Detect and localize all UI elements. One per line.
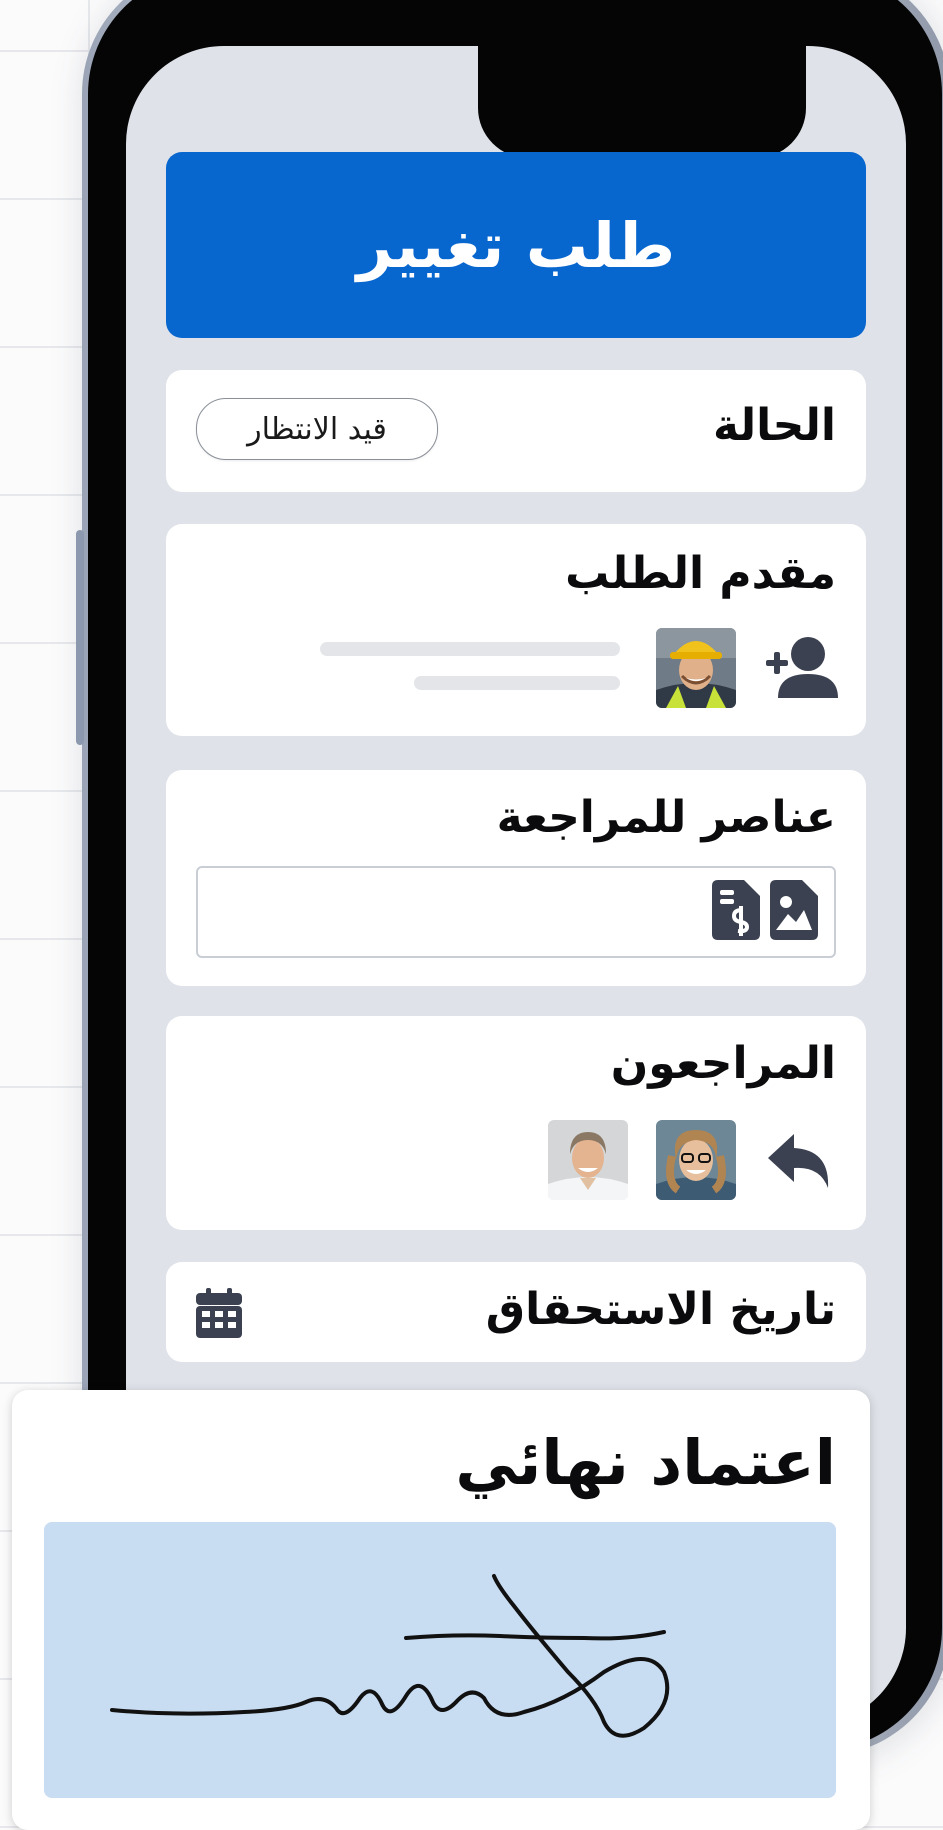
requester-avatar: [656, 628, 736, 708]
reply-icon[interactable]: [768, 1134, 832, 1188]
reviewers-label: المراجعون: [610, 1038, 836, 1089]
phone-side-button: [76, 530, 84, 745]
file-image-icon[interactable]: [770, 880, 818, 940]
phone-notch: [478, 46, 806, 158]
due-date-label: تاريخ الاستحقاق: [485, 1284, 836, 1335]
add-user-icon[interactable]: [764, 634, 838, 700]
page-title: طلب تغيير: [356, 208, 676, 282]
review-items-label: عناصر للمراجعة: [496, 792, 836, 843]
reviewer-avatar: [548, 1120, 628, 1200]
handwritten-signature: [110, 1574, 670, 1738]
file-invoice-icon[interactable]: [712, 880, 760, 940]
requester-label: مقدم الطلب: [565, 548, 836, 599]
status-label: الحالة: [712, 400, 836, 451]
review-items-field[interactable]: [196, 866, 836, 958]
placeholder-line: [320, 642, 620, 656]
status-badge[interactable]: قيد الانتظار: [196, 398, 438, 460]
signature-pad[interactable]: [44, 1522, 836, 1798]
final-approval-label: اعتماد نهائي: [455, 1426, 836, 1499]
reviewer-avatar: [656, 1120, 736, 1200]
requester-card: مقدم الطلب: [166, 524, 866, 736]
header-banner: طلب تغيير: [166, 152, 866, 338]
due-date-card: تاريخ الاستحقاق: [166, 1262, 866, 1362]
reviewers-card: المراجعون: [166, 1016, 866, 1230]
calendar-icon[interactable]: [196, 1288, 242, 1338]
status-card: الحالة قيد الانتظار: [166, 370, 866, 492]
review-items-card: عناصر للمراجعة: [166, 770, 866, 986]
placeholder-line: [414, 676, 620, 690]
final-approval-card: اعتماد نهائي: [12, 1390, 870, 1830]
